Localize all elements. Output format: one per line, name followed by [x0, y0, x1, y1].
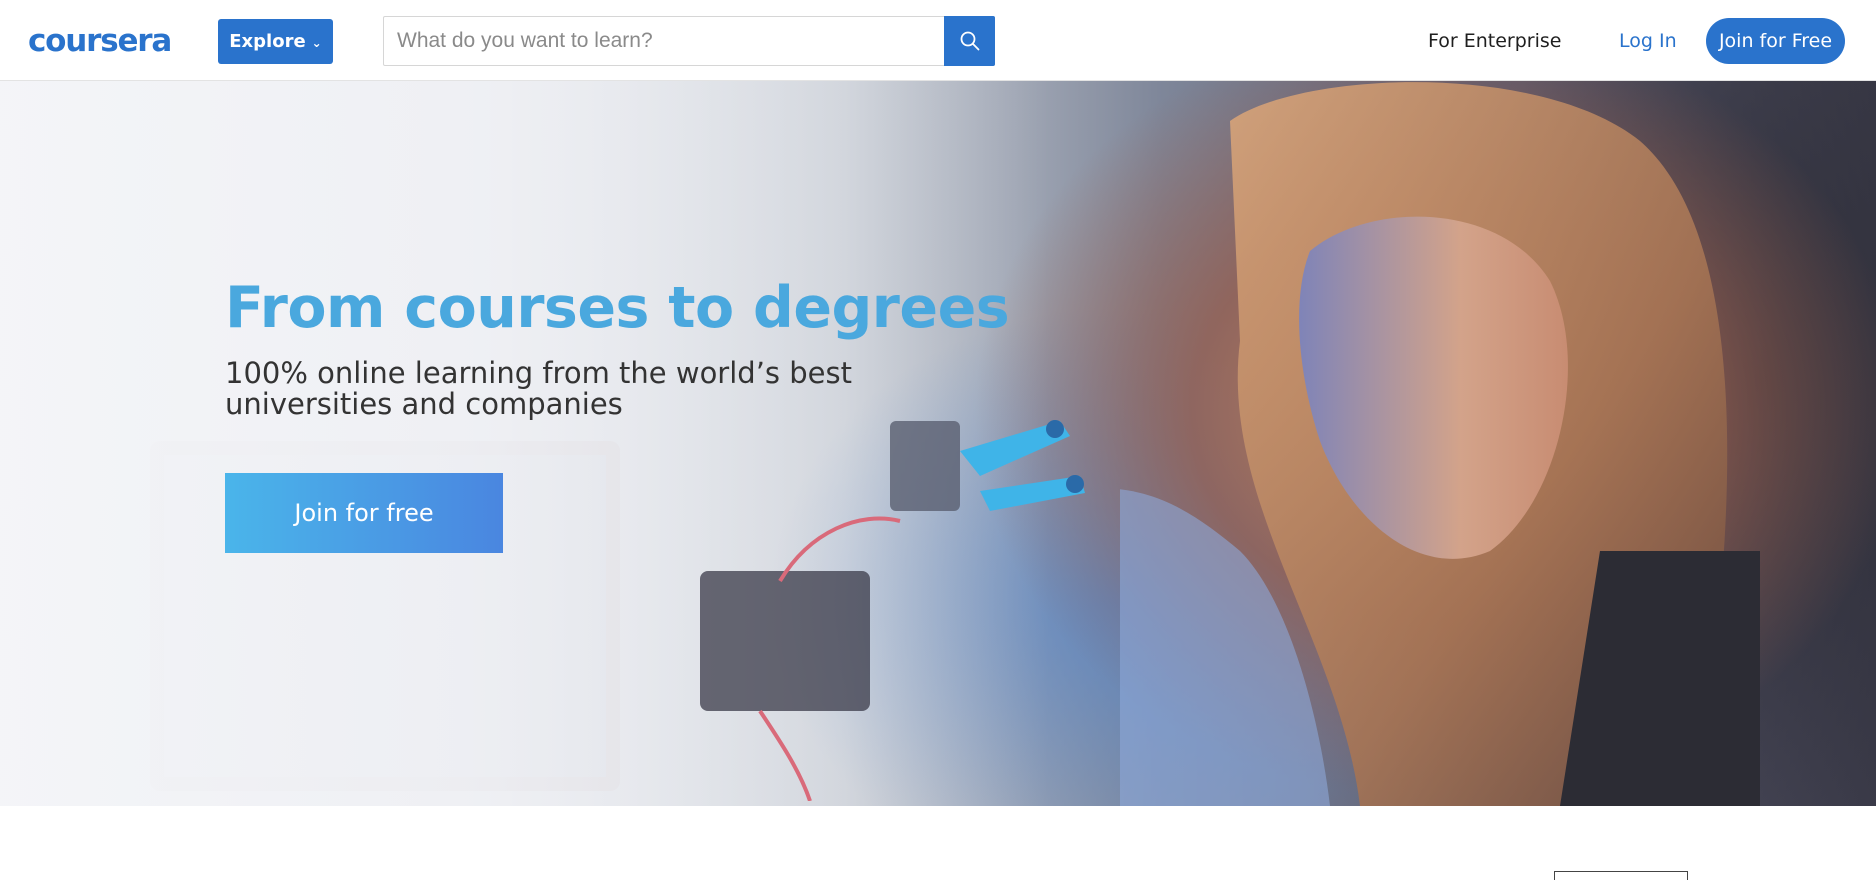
hero-banner: From courses to degrees 100% online lear…: [0, 81, 1876, 806]
search-input[interactable]: [384, 17, 946, 65]
join-for-free-button[interactable]: Join for Free: [1706, 18, 1845, 64]
explore-button-label: Explore: [229, 31, 306, 52]
partial-card-outline: [1554, 871, 1688, 880]
search-bar: [383, 16, 995, 66]
for-enterprise-link[interactable]: For Enterprise: [1428, 27, 1561, 55]
search-button[interactable]: [944, 16, 995, 66]
join-for-free-cta-button[interactable]: Join for free: [225, 473, 503, 553]
chevron-down-icon: ⌄: [311, 36, 322, 50]
hero-subtitle: 100% online learning from the world’s be…: [225, 356, 852, 421]
coursera-logo[interactable]: coursera: [28, 22, 190, 60]
hero-photo-woman-with-robot-arm: [1120, 82, 1760, 806]
top-navigation-bar: coursera Explore ⌄ For Enterprise Log In…: [0, 0, 1876, 81]
search-icon: [960, 31, 979, 51]
hero-title: From courses to degrees: [225, 275, 1010, 341]
robot-arm-illustration: [700, 420, 1085, 801]
explore-button[interactable]: Explore ⌄: [218, 19, 333, 64]
login-link[interactable]: Log In: [1619, 27, 1677, 55]
